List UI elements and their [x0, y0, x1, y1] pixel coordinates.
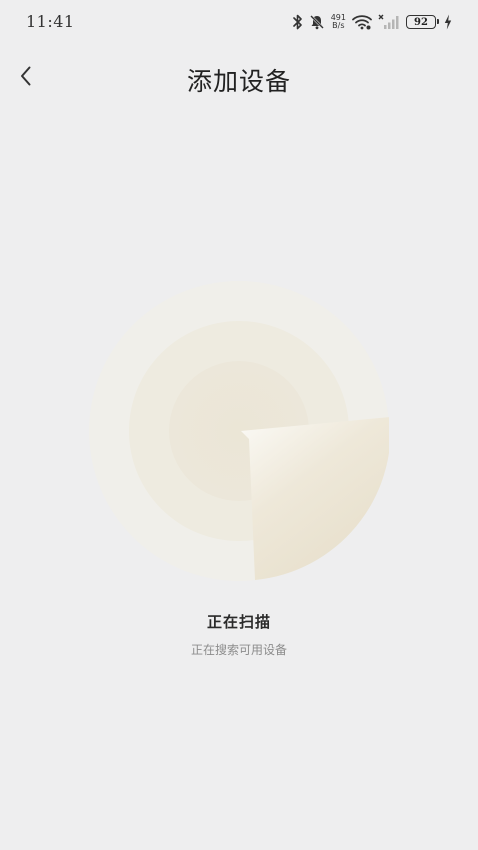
header: 添加设备 — [0, 54, 478, 102]
page-title: 添加设备 — [186, 67, 291, 96]
no-signal-icon — [378, 14, 400, 30]
mute-bell-icon — [309, 14, 325, 30]
net-speed-unit: B/s — [332, 21, 345, 30]
status-time: 11:41 — [26, 12, 75, 31]
wifi-icon — [352, 14, 372, 30]
net-speed: 491 B/s — [331, 14, 346, 30]
bluetooth-icon — [292, 14, 303, 30]
status-bar: 11:41 491 B/s 92 — [0, 0, 478, 44]
radar-scan-graphic — [89, 281, 391, 581]
charging-icon — [444, 14, 452, 30]
status-icons: 491 B/s 92 — [292, 10, 452, 34]
battery-icon: 92 — [406, 15, 439, 29]
scan-status-subtitle: 正在搜索可用设备 — [190, 643, 287, 657]
radar-sweep — [241, 417, 391, 580]
scan-status-title: 正在扫描 — [206, 613, 271, 631]
